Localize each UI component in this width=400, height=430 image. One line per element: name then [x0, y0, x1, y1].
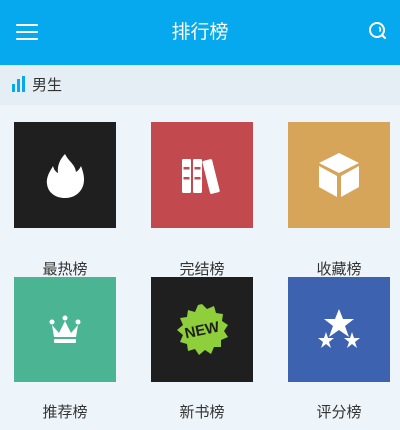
tile-completed-box: [151, 122, 253, 228]
tile-completed-label: 完结榜: [179, 260, 225, 278]
tile-new-label: 新书榜: [179, 403, 225, 421]
tile-new[interactable]: NEW 新书榜: [151, 277, 253, 421]
ranking-grid: 最热榜 完结榜 收藏榜 推荐榜 NEW 新书榜 评分榜: [0, 105, 400, 430]
tile-favorites-label: 收藏榜: [316, 260, 362, 278]
tile-completed[interactable]: 完结榜: [151, 122, 253, 278]
section-label: 男生: [32, 76, 63, 94]
section-header: 男生: [0, 65, 400, 105]
tile-recommended-box: [14, 277, 116, 382]
top-bar: 排行榜: [0, 0, 400, 65]
tile-new-box: NEW: [151, 277, 253, 382]
stars-icon: [318, 308, 360, 348]
tile-recommended[interactable]: 推荐榜: [14, 277, 116, 421]
search-icon: [369, 22, 386, 39]
tile-recommended-label: 推荐榜: [42, 403, 88, 421]
crown-icon: [49, 315, 81, 343]
box-icon: [319, 153, 359, 197]
tile-favorites-box: [288, 122, 390, 228]
tile-rating[interactable]: 评分榜: [288, 277, 390, 421]
tile-rating-label: 评分榜: [316, 403, 362, 421]
tile-favorites[interactable]: 收藏榜: [288, 122, 390, 278]
tile-rating-box: [288, 277, 390, 382]
tile-hottest-label: 最热榜: [42, 260, 88, 278]
tile-hottest[interactable]: 最热榜: [14, 122, 116, 278]
search-button[interactable]: [366, 20, 388, 42]
books-icon: [182, 159, 220, 194]
tile-hottest-box: [14, 122, 116, 228]
bar-chart-icon: [12, 76, 25, 92]
page-title: 排行榜: [171, 21, 229, 43]
flame-icon: [46, 154, 85, 198]
new-badge-icon: NEW: [177, 303, 228, 355]
